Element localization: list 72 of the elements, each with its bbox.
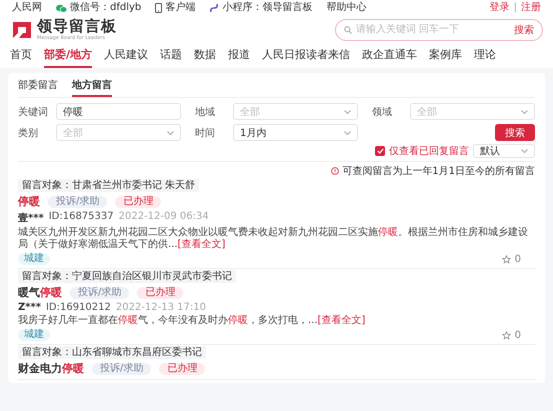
nav-tab[interactable]: 案例库	[429, 45, 462, 68]
notice-text: 可查阅留言为上一年1月1日至今的所有留言	[342, 164, 535, 178]
star-icon[interactable]	[502, 330, 511, 340]
star-icon[interactable]	[502, 254, 511, 264]
help-link[interactable]: 帮助中心	[326, 2, 366, 14]
tab[interactable]: 地方留言	[72, 76, 112, 97]
wechat-id: 微信号：dfdlyb	[70, 2, 142, 14]
post-title[interactable]: 财金电力停暖	[18, 361, 84, 376]
post-excerpt: 我房子好几年一直都在停暖气，今年没有及时办停暖，多次打电，...[查看全文]	[18, 315, 366, 327]
phone-icon	[155, 3, 162, 13]
sort-dropdown[interactable]: 默认	[473, 144, 535, 158]
post-id: ID:16910212	[46, 302, 111, 313]
chevron-icon	[344, 110, 351, 114]
filter-dropdown[interactable]: 1月内	[233, 124, 358, 141]
category-tag: 城建	[18, 329, 50, 341]
post-date: 2022-12-09 06:34	[118, 211, 209, 224]
chevron-icon	[167, 130, 174, 134]
register-link[interactable]: 注册	[521, 2, 541, 14]
nav-tab[interactable]: 理论	[474, 45, 496, 68]
nav-tab[interactable]: 报道	[228, 45, 250, 68]
keyword-field[interactable]: 停暖	[56, 103, 181, 120]
filter-label: 关键词	[18, 106, 49, 118]
post-id: ID:16875337	[48, 211, 114, 224]
post-excerpt: 城关区九州开发区新九州花园二区大众物业以暖气费未收起对新九州花园二区实施停暖。根据兰州市住房和城乡建设局（关于做好寒潮低温天气下的供...[查看全文]	[18, 227, 529, 251]
status-badge: 已办理	[115, 196, 162, 208]
separator: |	[514, 2, 517, 14]
chevron-icon	[521, 110, 528, 114]
login-link[interactable]: 登录	[490, 2, 510, 14]
mini-program-link[interactable]: 小程序：领导留言板	[222, 2, 312, 14]
search-icon	[344, 26, 352, 34]
post-title[interactable]: 停暖	[18, 194, 40, 209]
nav-tab[interactable]: 首页	[10, 45, 32, 68]
nav-tab[interactable]: 部委/地方	[44, 45, 92, 68]
site-link[interactable]: 人民网	[12, 2, 42, 14]
logo-title: 领导留言板	[37, 18, 117, 35]
nav-tab[interactable]: 数据	[194, 45, 216, 68]
checkbox[interactable]	[375, 146, 385, 156]
type-badge: 投诉/求助	[48, 196, 108, 208]
app-link[interactable]: 客户端	[165, 2, 196, 14]
checkbox-label[interactable]: 仅查看已回复留言	[389, 144, 469, 158]
nav-tab[interactable]: 人民建议	[104, 45, 148, 68]
message-target: 留言对象：宁夏回族自治区银川市灵武市委书记	[18, 270, 236, 283]
nav-tab[interactable]: 话题	[160, 45, 182, 68]
post-title[interactable]: 暖气停暖	[18, 285, 62, 300]
chevron-icon	[344, 130, 351, 134]
message-target: 留言对象：山东省聊城市东昌府区委书记	[18, 346, 206, 359]
filter-label: 地域	[195, 106, 216, 118]
user-name: 壹***	[18, 212, 44, 225]
info-icon	[331, 167, 340, 175]
nav-tab[interactable]: 人民日报读者来信	[262, 45, 350, 68]
like-count: 0	[514, 330, 521, 340]
type-badge: 投诉/求助	[92, 362, 152, 374]
read-more-link[interactable]: [查看全文]	[318, 315, 366, 326]
chevron-icon	[521, 149, 528, 153]
tab[interactable]: 部委留言	[18, 76, 58, 97]
post-date: 2022-12-13 17:10	[116, 302, 206, 313]
search-button[interactable]: 搜索	[514, 22, 534, 36]
filter-label: 领域	[372, 106, 393, 118]
search-button[interactable]: 搜索	[495, 124, 535, 141]
filter-label: 类别	[18, 126, 39, 140]
status-badge: 已办理	[159, 362, 206, 374]
filter-label: 时间	[195, 126, 216, 140]
link-icon	[209, 3, 220, 13]
read-more-link[interactable]: [查看全文]	[178, 239, 226, 250]
category-tag: 城建	[18, 253, 50, 265]
message-target: 留言对象：甘肃省兰州市委书记 朱天舒	[18, 179, 200, 192]
nav-tab[interactable]: 政企直通车	[362, 45, 418, 68]
user-name: Z***	[18, 302, 41, 313]
like-count: 0	[514, 254, 521, 264]
type-badge: 投诉/求助	[70, 286, 130, 298]
wechat-icon	[56, 4, 67, 12]
status-badge: 已办理	[137, 286, 184, 298]
